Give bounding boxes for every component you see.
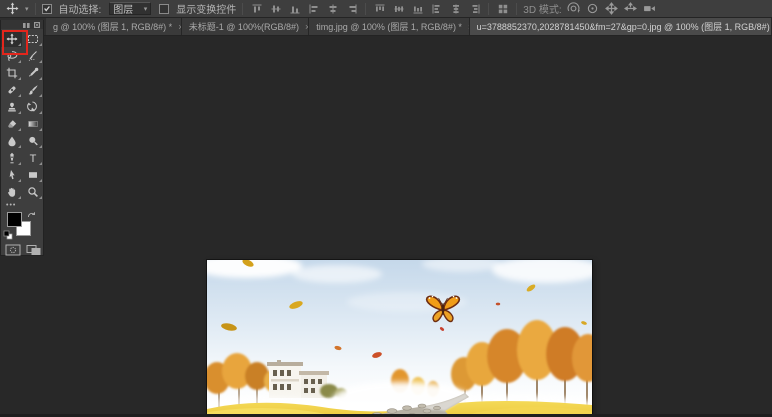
- options-bar: ▾ 自动选择: 图层 ▾ 显示变换控件: [0, 0, 772, 18]
- pen-tool[interactable]: [1, 149, 22, 166]
- mode-3d-label: 3D 模式:: [523, 1, 561, 16]
- dropdown-value: 图层: [113, 1, 133, 16]
- crop-tool[interactable]: [1, 64, 22, 81]
- dodge-tool[interactable]: [22, 132, 43, 149]
- zoom-tool[interactable]: [22, 183, 43, 200]
- align-vertical-centers-icon[interactable]: [268, 1, 283, 16]
- divider: [365, 3, 366, 15]
- tool-preset[interactable]: ▾: [5, 1, 29, 16]
- show-transform-label: 显示变换控件: [176, 1, 236, 16]
- panel-bottom-buttons: [1, 241, 43, 256]
- default-colors-icon[interactable]: [3, 230, 13, 240]
- mode-3d-group: 3D 模式:: [523, 1, 656, 16]
- clone-stamp-tool[interactable]: [1, 98, 22, 115]
- align-right-edges-icon[interactable]: [344, 1, 359, 16]
- show-transform-checkbox[interactable]: [159, 4, 169, 14]
- screen-mode-icon[interactable]: [26, 244, 42, 256]
- gradient-tool[interactable]: [22, 115, 43, 132]
- tab-label: u=3788852370,2028781450&fm=27&gp=0.jpg @…: [477, 20, 772, 33]
- quick-mask-icon[interactable]: [5, 244, 21, 256]
- history-brush-tool[interactable]: [22, 98, 43, 115]
- auto-select-label: 自动选择:: [59, 1, 102, 16]
- auto-select-checkbox[interactable]: [42, 4, 52, 14]
- blur-tool[interactable]: [1, 132, 22, 149]
- rectangle-shape-tool[interactable]: [22, 166, 43, 183]
- document-tab-1[interactable]: g @ 100% (图层 1, RGB/8#) * ×: [46, 18, 182, 35]
- tab-label: g @ 100% (图层 1, RGB/8#) *: [53, 20, 172, 33]
- foreground-color-swatch[interactable]: [7, 212, 22, 227]
- eraser-tool[interactable]: [1, 115, 22, 132]
- tools-panel: T •••: [0, 20, 44, 256]
- auto-align-layers-icon[interactable]: [495, 1, 510, 16]
- divider: [242, 3, 243, 15]
- distribute-left-edges-icon[interactable]: [429, 1, 444, 16]
- align-bottom-edges-icon[interactable]: [287, 1, 302, 16]
- align-group: [249, 1, 359, 16]
- edit-toolbar-dots[interactable]: •••: [1, 200, 43, 210]
- 3d-slide-icon[interactable]: [623, 1, 638, 16]
- canvas-area[interactable]: [0, 36, 772, 417]
- 3d-zoom-icon[interactable]: [642, 1, 657, 16]
- 3d-rotate-icon[interactable]: [566, 1, 581, 16]
- distribute-right-edges-icon[interactable]: [467, 1, 482, 16]
- align-horizontal-centers-icon[interactable]: [325, 1, 340, 16]
- chevron-down-icon: ▾: [144, 5, 148, 13]
- divider: [35, 3, 36, 15]
- document-tab-3[interactable]: timg.jpg @ 100% (图层 1, RGB/8#) * ×: [309, 18, 469, 35]
- document-tab-bar: g @ 100% (图层 1, RGB/8#) * × 未标题-1 @ 100%…: [0, 18, 772, 36]
- panel-close-icon[interactable]: [34, 22, 40, 28]
- divider: [516, 3, 517, 15]
- auto-select-target-dropdown[interactable]: 图层 ▾: [109, 2, 151, 15]
- brush-tool[interactable]: [22, 81, 43, 98]
- type-tool-glyph: T: [29, 153, 36, 164]
- swap-colors-icon[interactable]: [27, 211, 37, 220]
- tool-highlight-annotation: [2, 30, 28, 55]
- chevron-down-icon: ▾: [25, 5, 29, 13]
- move-tool-icon: [5, 1, 20, 16]
- photoshop-window: ▾ 自动选择: 图层 ▾ 显示变换控件: [0, 0, 772, 417]
- document-image[interactable]: [207, 260, 592, 417]
- distribute-group: [372, 1, 482, 16]
- document-tab-4-active[interactable]: u=3788852370,2028781450&fm=27&gp=0.jpg @…: [470, 18, 772, 35]
- 3d-roll-icon[interactable]: [585, 1, 600, 16]
- tools-panel-header: [1, 20, 43, 29]
- divider: [488, 3, 489, 15]
- color-swatches: [1, 211, 43, 241]
- path-selection-tool[interactable]: [1, 166, 22, 183]
- distribute-top-edges-icon[interactable]: [372, 1, 387, 16]
- tab-label: timg.jpg @ 100% (图层 1, RGB/8#) *: [316, 20, 462, 33]
- align-left-edges-icon[interactable]: [306, 1, 321, 16]
- distribute-horizontal-centers-icon[interactable]: [448, 1, 463, 16]
- tab-label: 未标题-1 @ 100%(RGB/8#): [189, 20, 299, 33]
- eyedropper-tool[interactable]: [22, 64, 43, 81]
- distribute-vertical-centers-icon[interactable]: [391, 1, 406, 16]
- document-tab-2[interactable]: 未标题-1 @ 100%(RGB/8#) ×: [182, 18, 309, 35]
- distribute-bottom-edges-icon[interactable]: [410, 1, 425, 16]
- spot-healing-brush-tool[interactable]: [1, 81, 22, 98]
- align-top-edges-icon[interactable]: [249, 1, 264, 16]
- collapse-panel-icon[interactable]: [23, 23, 30, 28]
- 3d-pan-icon[interactable]: [604, 1, 619, 16]
- hand-tool[interactable]: [1, 183, 22, 200]
- horizontal-type-tool[interactable]: T: [22, 149, 43, 166]
